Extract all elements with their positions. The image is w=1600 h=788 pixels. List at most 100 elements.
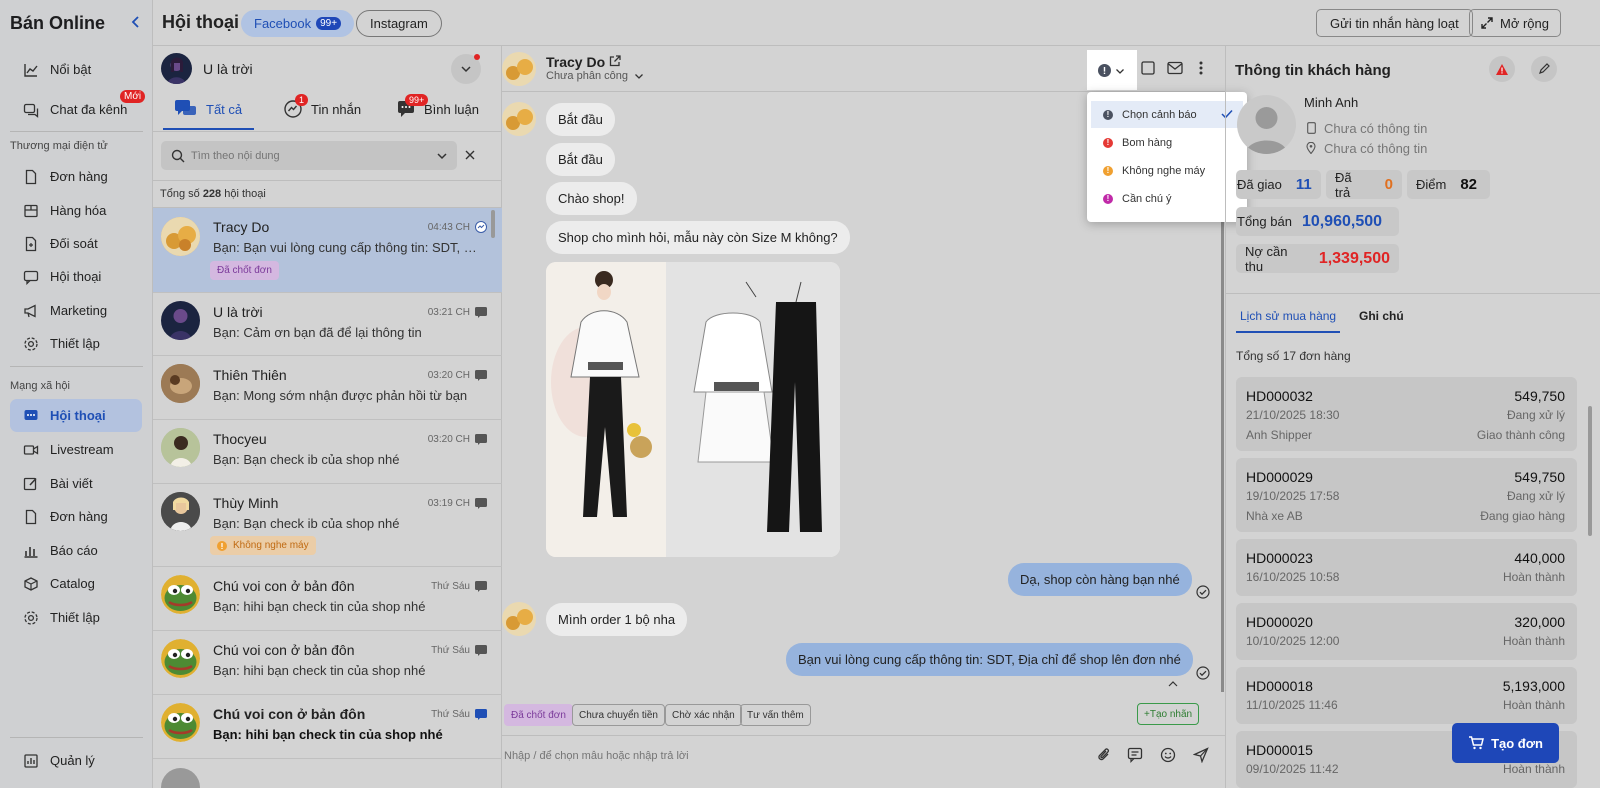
box-icon <box>22 202 40 220</box>
more-options-icon[interactable] <box>1194 60 1208 76</box>
scrollbar-thumb[interactable] <box>491 210 495 238</box>
order-card[interactable]: HD000029 549,750 19/10/2025 17:58 Đang x… <box>1236 458 1577 532</box>
message-input[interactable] <box>504 745 1064 767</box>
expand-button[interactable]: Mở rộng <box>1469 9 1561 37</box>
quick-tag[interactable]: Chưa chuyển tiền <box>572 704 665 726</box>
divider <box>10 366 143 367</box>
sidebar-item-settings-commerce[interactable]: Thiết lập <box>10 327 142 360</box>
collapse-sidebar-icon[interactable] <box>128 14 144 30</box>
product-image[interactable] <box>546 262 840 557</box>
last-message: Bạn: Mong sớm nhận được phản hồi từ bạn <box>213 388 468 403</box>
edit-customer-button[interactable] <box>1531 56 1557 82</box>
stat-value: 0 <box>1384 176 1393 193</box>
sidebar-item-livestream[interactable]: Livestream <box>10 433 142 466</box>
attachment-icon[interactable] <box>1096 747 1112 763</box>
sidebar-item-conversations[interactable]: Hội thoại <box>10 399 142 432</box>
template-icon[interactable] <box>1127 747 1143 763</box>
warning-option-no-answer[interactable]: ! Không nghe máy <box>1091 157 1243 184</box>
order-card[interactable]: HD000032 549,750 21/10/2025 18:30 Đang x… <box>1236 377 1577 451</box>
assign-dropdown[interactable]: Chưa phân công <box>546 70 644 82</box>
sidebar-item-marketing[interactable]: Marketing <box>10 294 142 327</box>
conversation-item[interactable]: U là trời 03:21 CH Bạn: Cảm ơn bạn đã để… <box>153 293 502 356</box>
stat-value: 11 <box>1295 176 1312 193</box>
section-social: Mạng xã hội <box>10 380 70 392</box>
conversation-item[interactable]: Thocyeu 03:20 CH Bạn: Bạn check ib của s… <box>153 420 502 484</box>
customer-info-panel: Thông tin khách hàng Minh Anh Chưa có th… <box>1225 46 1600 788</box>
warning-flag-button[interactable] <box>1489 56 1515 82</box>
quick-tag[interactable]: Đã chốt đơn <box>504 704 573 726</box>
tab-all[interactable]: Tất cả <box>175 100 242 118</box>
timestamp: 03:20 CH <box>427 370 470 381</box>
conversation-item[interactable]: Thùy Minh 03:19 CH Bạn: Bạn check ib của… <box>153 484 502 567</box>
search-input[interactable] <box>191 149 431 162</box>
order-card[interactable]: HD000020 320,000 10/10/2025 12:00 Hoàn t… <box>1236 603 1577 660</box>
divider <box>502 735 1225 736</box>
warning-option-attention[interactable]: ! Cần chú ý <box>1091 185 1243 212</box>
chevron-down-icon <box>634 71 644 81</box>
sidebar-item-social-orders[interactable]: Đơn hàng <box>10 500 142 533</box>
last-message: Bạn: Bạn vui lòng cung cấp thông tin: SD… <box>213 240 485 255</box>
conversation-item[interactable]: Tracy Do 04:43 CH Bạn: Bạn vui lòng cung… <box>153 208 502 293</box>
send-icon[interactable] <box>1193 747 1209 763</box>
warning-icon <box>1098 64 1111 77</box>
divider <box>10 131 143 132</box>
chat-multi-icon <box>22 101 40 119</box>
tab-instagram[interactable]: Instagram <box>356 10 442 37</box>
search-box[interactable] <box>161 141 457 170</box>
avatar <box>161 217 200 256</box>
quick-tag[interactable]: Tư vấn thêm <box>740 704 811 726</box>
order-card[interactable]: HD000023 440,000 16/10/2025 10:58 Hoàn t… <box>1236 539 1577 596</box>
sidebar-item-highlights[interactable]: Nổi bật <box>10 53 142 86</box>
checkbox-icon[interactable] <box>1140 60 1156 76</box>
conversation-item[interactable]: Chú voi con ở bản đôn Thứ Sáu Bạn: hihi … <box>153 695 502 759</box>
sidebar-item-reconcile[interactable]: Đối soát <box>10 227 142 260</box>
chevron-up-icon[interactable] <box>1166 678 1180 690</box>
bulk-message-button[interactable]: Gửi tin nhắn hàng loạt <box>1316 9 1473 37</box>
sidebar-item-orders[interactable]: Đơn hàng <box>10 160 142 193</box>
stat-label: Nợ cần thu <box>1245 243 1288 274</box>
sidebar-item-reports[interactable]: Báo cáo <box>10 534 142 567</box>
sidebar-item-label: Livestream <box>50 442 114 457</box>
scrollbar-thumb[interactable] <box>1588 406 1592 536</box>
contact-name: Thocyeu <box>213 431 267 447</box>
tab-facebook[interactable]: Facebook 99+ <box>241 10 355 37</box>
warning-option-bom-hang[interactable]: ! Bom hàng <box>1091 129 1243 156</box>
quick-tag[interactable]: Chờ xác nhận <box>665 704 742 726</box>
create-order-button[interactable]: Tạo đơn <box>1452 723 1559 763</box>
comment-icon <box>474 707 488 721</box>
order-date: 10/10/2025 12:00 <box>1246 634 1340 648</box>
last-message: Bạn: hihi bạn check tin của shop nhé <box>213 663 426 678</box>
order-card[interactable]: HD000018 5,193,000 11/10/2025 11:46 Hoàn… <box>1236 667 1577 724</box>
emoji-icon[interactable] <box>1160 747 1176 763</box>
tab-purchase-history[interactable]: Lịch sử mua hàng <box>1240 309 1336 323</box>
tab-notes[interactable]: Ghi chú <box>1359 309 1404 323</box>
sidebar-item-conversations-commerce[interactable]: Hội thoại <box>10 260 142 293</box>
contact-avatar <box>502 52 536 86</box>
timestamp: 03:19 CH <box>427 498 470 509</box>
chevron-down-icon[interactable] <box>436 150 448 162</box>
mail-icon[interactable] <box>1166 60 1184 76</box>
stat-value: 82 <box>1460 176 1478 193</box>
sidebar-item-label: Thiết lập <box>50 336 100 351</box>
sidebar-item-settings[interactable]: Thiết lập <box>10 601 142 634</box>
avatar <box>161 364 200 403</box>
warning-selector-button[interactable] <box>1087 50 1137 90</box>
clear-filter-icon[interactable] <box>463 148 477 162</box>
order-status: Hoàn thành <box>1502 762 1565 776</box>
conversation-item[interactable]: Chú voi con ở bản đôn Thứ Sáu Bạn: hihi … <box>153 567 502 631</box>
create-tag-button[interactable]: +Tạo nhãn <box>1137 703 1200 725</box>
sidebar-item-catalog[interactable]: Catalog <box>10 567 142 600</box>
sidebar-item-posts[interactable]: Bài viết <box>10 467 142 500</box>
top-header: Hội thoại Facebook 99+ Instagram Gửi tin… <box>153 0 1600 46</box>
warning-option-select[interactable]: ! Chọn cảnh báo <box>1091 101 1243 128</box>
sidebar-item-label: Báo cáo <box>50 543 98 558</box>
sidebar-item-manage[interactable]: Quản lý <box>10 744 142 777</box>
avatar <box>161 492 200 531</box>
conversation-item[interactable]: Chú voi con ở bản đôn Thứ Sáu Bạn: hihi … <box>153 631 502 695</box>
external-link-icon[interactable] <box>609 55 621 67</box>
sidebar-item-products[interactable]: Hàng hóa <box>10 194 142 227</box>
last-message: Bạn: Bạn check ib của shop nhé <box>213 516 400 531</box>
read-receipt-icon <box>1196 585 1210 599</box>
conversation-item[interactable]: Thiên Thiên 03:20 CH Bạn: Mong sớm nhận … <box>153 356 502 420</box>
comment-icon <box>474 368 488 382</box>
